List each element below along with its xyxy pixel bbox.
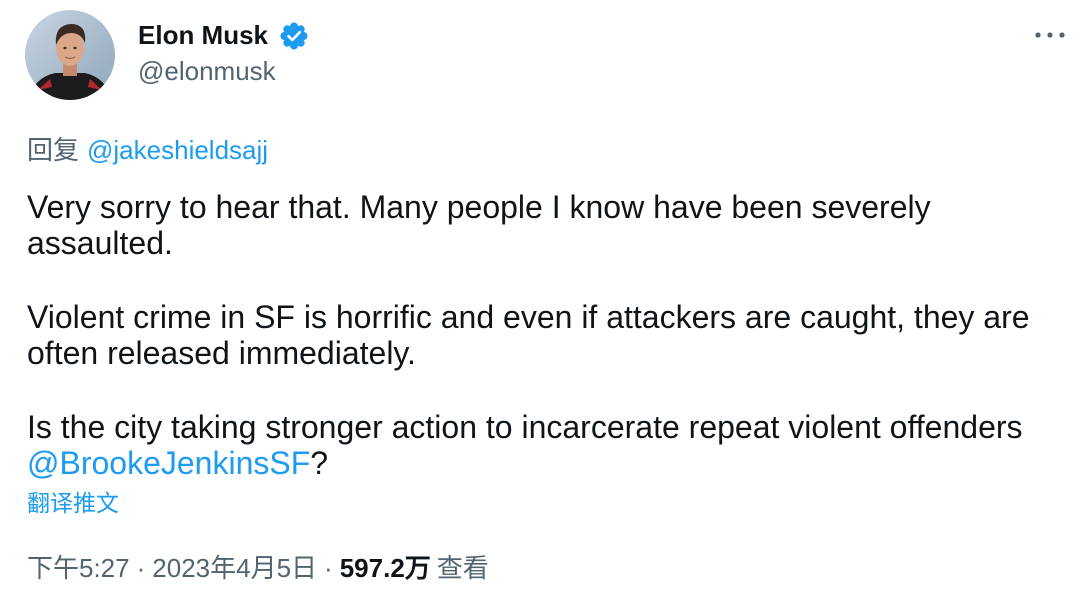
translate-tweet-link[interactable]: 翻译推文 xyxy=(27,489,119,517)
tweet-meta: 下午5:27 · 2023年4月5日 · 597.2万 查看 xyxy=(27,553,489,583)
tweet-text-line: assaulted. xyxy=(27,225,173,261)
meta-separator: · xyxy=(136,553,146,583)
author-avatar[interactable] xyxy=(25,10,115,100)
tweet-text-line-mention: @BrookeJenkinsSF? xyxy=(27,445,328,481)
views-label: 查看 xyxy=(436,553,489,583)
tweet-text-tail: ? xyxy=(310,445,329,481)
reply-label: 回复 xyxy=(27,135,80,165)
tweet-text-line: often released immediately. xyxy=(27,335,416,371)
reply-mention-link[interactable]: @jakeshieldsajj xyxy=(87,135,268,165)
tweet-time[interactable]: 下午5:27 xyxy=(27,553,130,583)
author-handle[interactable]: @elonmusk xyxy=(138,56,276,86)
more-horizontal-icon xyxy=(1035,32,1065,38)
author-name[interactable]: Elon Musk xyxy=(138,20,268,50)
more-button[interactable] xyxy=(1030,22,1070,48)
tweet-text-line: Very sorry to hear that. Many people I k… xyxy=(27,189,931,225)
meta-separator: · xyxy=(324,553,333,583)
tweet-text-line: Is the city taking stronger action to in… xyxy=(27,409,1023,445)
body-mention-link[interactable]: @BrookeJenkinsSF xyxy=(27,445,310,481)
verified-badge-icon xyxy=(279,21,309,51)
tweet-date[interactable]: 2023年4月5日 xyxy=(152,553,317,583)
views-count: 597.2万 xyxy=(339,553,431,583)
avatar-photo xyxy=(25,10,115,100)
views-group[interactable]: 597.2万 查看 xyxy=(340,553,489,583)
tweet-text-line: Violent crime in SF is horrific and even… xyxy=(27,299,1030,335)
reply-context: 回复 @jakeshieldsajj xyxy=(27,135,268,165)
